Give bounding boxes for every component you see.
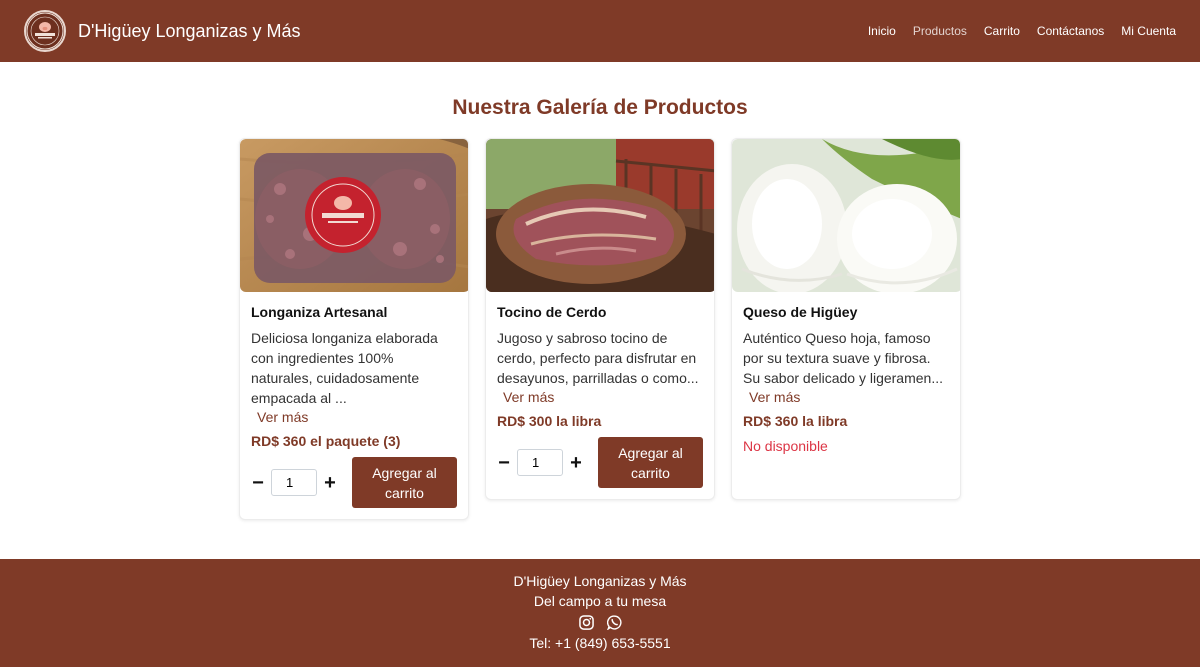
increase-quantity-button[interactable]: + xyxy=(323,473,337,493)
product-image xyxy=(732,139,960,292)
footer-slogan: Del campo a tu mesa xyxy=(533,593,667,609)
navbar: D'Higüey Longanizas y Más Inicio Product… xyxy=(0,0,1200,62)
product-card: Tocino de Cerdo Jugoso y sabroso tocino … xyxy=(485,138,715,500)
see-more-link[interactable]: Ver más xyxy=(503,389,554,405)
social-icons xyxy=(0,615,1200,631)
instagram-icon[interactable] xyxy=(578,615,594,630)
footer: D'Higüey Longanizas y Más Del campo a tu… xyxy=(0,559,1200,667)
decrease-quantity-button[interactable]: − xyxy=(251,473,265,493)
increase-quantity-button[interactable]: + xyxy=(569,453,583,473)
decrease-quantity-button[interactable]: − xyxy=(497,453,511,473)
product-image xyxy=(240,139,468,292)
product-image xyxy=(486,139,714,292)
quantity-input[interactable] xyxy=(271,469,317,496)
product-description: Jugoso y sabroso tocino de cerdo, perfec… xyxy=(497,330,699,386)
cart-actions: − + Agregar al carrito xyxy=(251,457,457,508)
nav-link-productos[interactable]: Productos xyxy=(904,24,975,38)
product-name: Longaniza Artesanal xyxy=(251,304,388,320)
see-more-link[interactable]: Ver más xyxy=(257,409,308,425)
see-more-link[interactable]: Ver más xyxy=(749,389,800,405)
product-price: RD$ 300 la libra xyxy=(497,413,602,429)
quantity-input[interactable] xyxy=(517,449,563,476)
product-name: Queso de Higüey xyxy=(743,304,858,320)
product-name: Tocino de Cerdo xyxy=(497,304,607,320)
whatsapp-icon[interactable] xyxy=(606,615,622,631)
nav-links: Inicio Productos Carrito Contáctanos Mi … xyxy=(859,24,1176,38)
product-price: RD$ 360 la libra xyxy=(743,413,848,429)
nav-link-contactanos[interactable]: Contáctanos xyxy=(1028,24,1112,38)
product-card: Longaniza Artesanal Deliciosa longaniza … xyxy=(239,138,469,520)
add-to-cart-button[interactable]: Agregar al carrito xyxy=(598,437,703,488)
product-description: Deliciosa longaniza elaborada con ingred… xyxy=(251,330,438,406)
nav-link-mi-cuenta[interactable]: Mi Cuenta xyxy=(1113,24,1176,38)
product-card: Queso de Higüey Auténtico Queso hoja, fa… xyxy=(731,138,961,500)
footer-phone[interactable]: Tel: +1 (849) 653-5551 xyxy=(0,633,1200,653)
nav-link-inicio[interactable]: Inicio xyxy=(859,24,904,38)
cart-actions: − + Agregar al carrito xyxy=(497,437,703,488)
nav-link-carrito[interactable]: Carrito xyxy=(975,24,1028,38)
footer-business-name: D'Higüey Longanizas y Más xyxy=(513,573,687,589)
product-price: RD$ 360 el paquete (3) xyxy=(251,433,401,449)
brand-logo[interactable] xyxy=(24,10,66,52)
unavailable-status: No disponible xyxy=(743,438,828,454)
product-description: Auténtico Queso hoja, famoso por su text… xyxy=(743,330,943,386)
page-title: Nuestra Galería de Productos xyxy=(452,96,748,119)
brand-name[interactable]: D'Higüey Longanizas y Más xyxy=(78,21,301,42)
add-to-cart-button[interactable]: Agregar al carrito xyxy=(352,457,457,508)
